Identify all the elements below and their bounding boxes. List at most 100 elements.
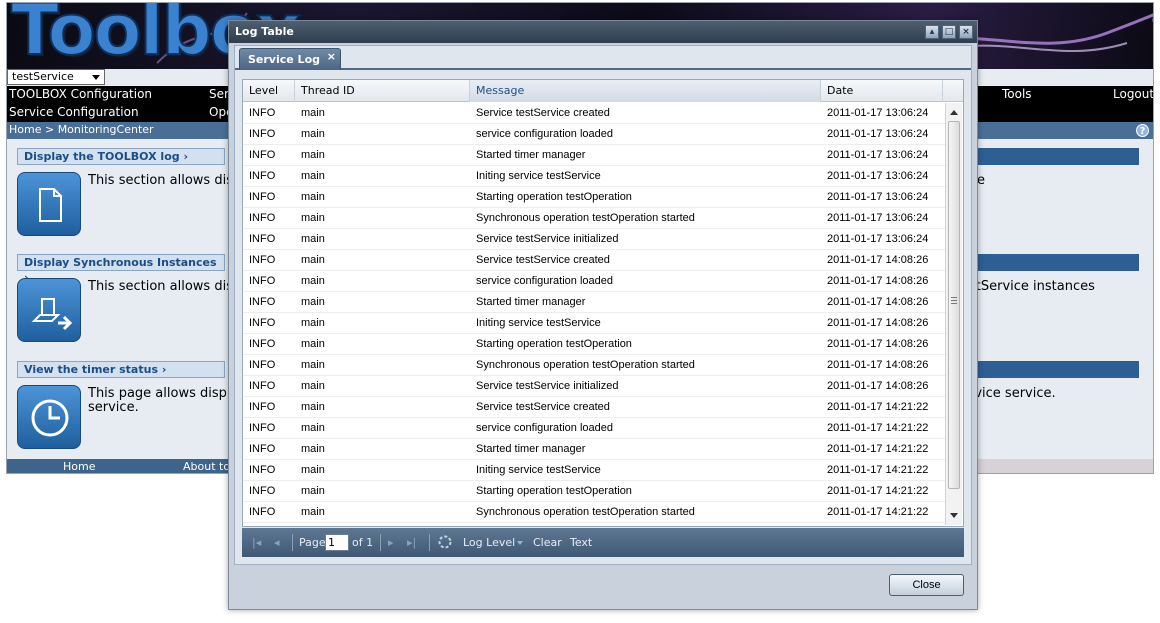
page-number-input[interactable]: 1	[325, 534, 349, 551]
menu-service-partial[interactable]: Ser	[209, 87, 229, 101]
cell-date: 2011-01-17 14:21:22	[827, 464, 929, 476]
link-display-toolbox-log[interactable]: Display the TOOLBOX log ›	[17, 148, 225, 165]
table-row[interactable]: INFO main service configuration loaded 2011…	[243, 271, 945, 292]
cell-date: 2011-01-17 14:21:22	[827, 422, 929, 434]
table-row[interactable]: INFO main Started timer manager 2011-01-17 …	[243, 145, 945, 166]
cell-date: 2011-01-17 14:08:26	[827, 317, 929, 329]
cell-thread-id: main	[301, 401, 325, 413]
column-header-message[interactable]: Message	[470, 80, 821, 102]
footer-about-link[interactable]: About to	[183, 460, 230, 473]
table-row[interactable]: INFO main Started timer manager 2011-01-17 …	[243, 292, 945, 313]
cell-level: INFO	[249, 338, 276, 350]
section-header-bar	[967, 148, 1139, 165]
cell-date: 2011-01-17 14:08:26	[827, 296, 929, 308]
refresh-icon[interactable]	[437, 534, 453, 550]
cell-thread-id: main	[301, 317, 325, 329]
table-row[interactable]: INFO main Service testService created 2011-…	[243, 250, 945, 271]
cell-level: INFO	[249, 422, 276, 434]
close-button[interactable]: Close	[889, 574, 964, 596]
help-icon[interactable]: ?	[1136, 124, 1149, 137]
cell-level: INFO	[249, 296, 276, 308]
cell-message: Initing service testService	[476, 464, 601, 476]
tab-strip: Service Log ×	[235, 46, 971, 70]
cell-message: Service testService initialized	[476, 233, 619, 245]
window-title: Log Table	[235, 25, 294, 38]
scroll-thumb[interactable]	[948, 121, 960, 489]
log-level-button[interactable]: Log Level	[463, 536, 515, 549]
tab-service-log[interactable]: Service Log ×	[239, 48, 341, 70]
tab-close-icon[interactable]: ×	[327, 46, 336, 68]
table-row[interactable]: INFO main Synchronous operation testOperat…	[243, 502, 945, 523]
link-display-synchronous-instances[interactable]: Display Synchronous Instances ›	[17, 254, 225, 284]
grid-header: Level Thread ID Message Date	[243, 80, 963, 102]
section-description-tail: stService instances	[969, 279, 1095, 294]
cell-thread-id: main	[301, 464, 325, 476]
cell-level: INFO	[249, 275, 276, 287]
table-row[interactable]: INFO main Initing service testService 2011-…	[243, 460, 945, 481]
scroll-down-arrow-icon[interactable]	[950, 513, 958, 518]
column-header-date[interactable]: Date	[821, 80, 943, 102]
previous-page-icon[interactable]: ◂	[274, 536, 280, 549]
table-row[interactable]: INFO main Service testService created 2011-…	[243, 103, 945, 124]
menu-logout[interactable]: Logout	[1113, 87, 1153, 101]
table-row[interactable]: INFO main Service testService initialized 2…	[243, 229, 945, 250]
cell-message: Synchronous operation testOperation star…	[476, 506, 695, 518]
cell-level: INFO	[249, 149, 276, 161]
cell-message: service configuration loaded	[476, 128, 613, 140]
next-page-icon[interactable]: ▸	[388, 536, 394, 549]
section-description: This section allows dis	[88, 173, 233, 188]
log-table-window: Log Table ▴ □ × Service Log × Level Thre…	[228, 20, 978, 610]
section-header-bar	[967, 254, 1139, 271]
cell-thread-id: main	[301, 443, 325, 455]
minimize-icon[interactable]: ▴	[925, 25, 939, 39]
clock-icon[interactable]	[17, 385, 81, 449]
page-count-label: of 1	[352, 536, 374, 549]
table-row[interactable]: INFO main service configuration loaded 2011…	[243, 124, 945, 145]
tab-label: Service Log	[248, 53, 320, 66]
last-page-icon[interactable]: ▸|	[407, 536, 416, 549]
cell-date: 2011-01-17 14:08:26	[827, 275, 929, 287]
table-row[interactable]: INFO main Service testService initialized 2…	[243, 376, 945, 397]
print-export-icon[interactable]	[17, 278, 81, 342]
scroll-up-arrow-icon[interactable]	[950, 110, 958, 115]
column-header-level[interactable]: Level	[243, 80, 295, 102]
window-title-bar[interactable]: Log Table ▴ □ ×	[229, 21, 977, 43]
table-row[interactable]: INFO main Starting operation testOperation…	[243, 481, 945, 502]
cell-date: 2011-01-17 14:21:22	[827, 485, 929, 497]
cell-message: Service testService created	[476, 107, 610, 119]
table-row[interactable]: INFO main Starting operation testOperation…	[243, 334, 945, 355]
cell-level: INFO	[249, 317, 276, 329]
table-row[interactable]: INFO main Starting operation testOperation…	[243, 187, 945, 208]
cell-level: INFO	[249, 233, 276, 245]
cell-message: Service testService created	[476, 401, 610, 413]
vertical-scrollbar[interactable]	[945, 103, 962, 525]
table-row[interactable]: INFO main Synchronous operation testOperat…	[243, 208, 945, 229]
footer-home-link[interactable]: Home	[63, 460, 95, 473]
menu-tools[interactable]: Tools	[1002, 87, 1032, 101]
text-button[interactable]: Text	[570, 536, 592, 549]
document-icon[interactable]	[17, 172, 81, 236]
service-select-value: testService	[12, 70, 74, 83]
cell-thread-id: main	[301, 191, 325, 203]
table-row[interactable]: INFO main Initing service testService 2011-…	[243, 313, 945, 334]
clear-button[interactable]: Clear	[533, 536, 562, 549]
paging-toolbar: |◂ ◂ Page 1 of 1 ▸ ▸| Log Level Clear Te…	[242, 528, 964, 557]
grip-icon	[951, 297, 957, 304]
menu-toolbox-configuration[interactable]: TOOLBOX Configuration	[9, 87, 152, 101]
maximize-icon[interactable]: □	[942, 25, 956, 39]
link-view-timer-status[interactable]: View the timer status ›	[17, 361, 225, 378]
cell-message: Started timer manager	[476, 149, 586, 161]
chevron-down-icon[interactable]	[517, 541, 523, 545]
service-select[interactable]: testService	[7, 69, 105, 85]
close-icon[interactable]: ×	[959, 25, 973, 39]
section-description: This section allows dis	[88, 279, 233, 294]
menu-service-configuration[interactable]: Service Configuration	[9, 105, 139, 119]
table-row[interactable]: INFO main Synchronous operation testOperat…	[243, 355, 945, 376]
table-row[interactable]: INFO main Service testService created 2011-…	[243, 397, 945, 418]
table-row[interactable]: INFO main Initing service testService 2011-…	[243, 166, 945, 187]
table-row[interactable]: INFO main service configuration loaded 2011…	[243, 418, 945, 439]
cell-level: INFO	[249, 107, 276, 119]
first-page-icon[interactable]: |◂	[252, 536, 261, 549]
table-row[interactable]: INFO main Started timer manager 2011-01-17 …	[243, 439, 945, 460]
column-header-thread-id[interactable]: Thread ID	[295, 80, 470, 102]
